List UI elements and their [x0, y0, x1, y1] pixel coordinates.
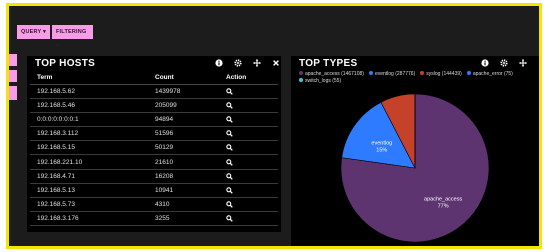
panel-toolbar [215, 59, 280, 67]
top-hosts-panel: TOP HOSTS Term Count Action 192.168.5.62… [27, 56, 281, 232]
term-cell: 192.168.221.10 [30, 154, 148, 170]
count-cell: 4310 [148, 197, 219, 213]
hosts-table: Term Count Action 192.168.5.62 1439978 192… [30, 72, 278, 227]
slice-percent-label: 77% [438, 203, 449, 209]
table-row: 192.168.221.10 21610 [30, 154, 278, 170]
magnifier-icon[interactable] [226, 87, 278, 95]
table-row: 192.168.3.176 3255 [30, 211, 278, 227]
magnifier-icon[interactable] [226, 130, 278, 137]
panel-title: TOP HOSTS [35, 58, 96, 69]
query-dropdown-button[interactable]: QUERY ▾ [17, 25, 50, 39]
action-cell [219, 140, 278, 156]
legend-item[interactable]: apache_error (75) [466, 71, 513, 78]
term-cell: 192.168.5.62 [30, 84, 148, 99]
legend-label: eventlog (287776) [374, 71, 416, 77]
legend-label: syslog (144439) [426, 71, 462, 77]
info-icon[interactable] [481, 59, 489, 67]
column-header-action: Action [219, 72, 278, 85]
action-cell [219, 112, 278, 128]
table-header-row: Term Count Action [30, 72, 278, 85]
count-cell: 3255 [148, 211, 219, 227]
table-row: 192.168.5.15 50129 [30, 140, 278, 156]
chart-legend: apache_access (1467108) eventlog (287776)… [299, 71, 531, 85]
table-row: 192.168.5.13 10941 [30, 183, 278, 199]
gear-icon[interactable] [500, 59, 508, 67]
move-icon[interactable] [253, 59, 261, 67]
legend-item[interactable]: eventlog (287776) [368, 71, 416, 78]
slice-label: eventlog [371, 140, 392, 146]
gear-icon[interactable] [234, 59, 242, 67]
magnifier-icon[interactable] [226, 201, 278, 208]
action-cell [219, 98, 278, 113]
legend-item[interactable]: apache_access (1467108) [299, 71, 364, 78]
action-cell [219, 211, 278, 227]
magnifier-icon[interactable] [226, 144, 278, 152]
term-cell: 192.168.5.46 [30, 98, 148, 113]
slice-label: apache_access [424, 196, 462, 202]
magnifier-icon[interactable] [226, 187, 278, 194]
hosts-table-body: 192.168.5.62 1439978 192.168.5.46 205099 0:0… [30, 84, 278, 227]
action-cell [219, 197, 278, 213]
side-tab-2[interactable] [9, 70, 17, 82]
info-icon[interactable] [215, 59, 223, 67]
top-bar: QUERY ▾ FILTERING ▾ [9, 6, 539, 56]
term-cell: 192.168.3.176 [30, 211, 148, 227]
legend-item[interactable]: switch_logs (55) [299, 78, 341, 85]
close-icon[interactable] [272, 59, 280, 67]
table-row: 192.168.5.46 205099 [30, 98, 278, 113]
move-icon[interactable] [519, 59, 527, 67]
legend-color-dot [299, 78, 303, 82]
count-cell: 94894 [148, 112, 219, 128]
term-cell: 192.168.5.13 [30, 183, 148, 199]
action-cell [219, 84, 278, 99]
magnifier-icon[interactable] [226, 158, 278, 166]
count-cell: 21610 [148, 154, 219, 170]
term-cell: 192.168.3.112 [30, 126, 148, 142]
filtering-dropdown-button[interactable]: FILTERING ▾ [52, 25, 93, 49]
table-row: 0:0:0:0:0:0:0:1 94894 [30, 112, 278, 128]
table-row: 192.168.5.62 1439978 [30, 84, 278, 99]
term-cell: 192.168.5.15 [30, 140, 148, 156]
legend-color-dot [299, 71, 303, 75]
dashboard-frame: QUERY ▾ FILTERING ▾ TOP HOSTS Term Count… [6, 3, 542, 249]
panel-toolbar [481, 59, 539, 67]
top-types-panel: apache_access 77% eventlog 15% TOP TYPES ap… [291, 56, 539, 246]
table-row: 192.168.5.73 4310 [30, 197, 278, 213]
magnifier-icon[interactable] [226, 172, 278, 180]
slice-percent-label: 15% [376, 147, 387, 153]
count-cell: 10941 [148, 183, 219, 199]
panel-title: TOP TYPES [299, 58, 358, 69]
term-cell: 0:0:0:0:0:0:0:1 [30, 112, 148, 128]
count-cell: 205099 [148, 98, 219, 113]
close-icon[interactable] [538, 59, 539, 67]
table-row: 192.168.4.71 16208 [30, 169, 278, 184]
count-cell: 51596 [148, 126, 219, 142]
legend-color-dot [368, 71, 373, 75]
count-cell: 16208 [148, 169, 219, 184]
magnifier-icon[interactable] [226, 102, 278, 109]
column-header-term: Term [30, 72, 148, 85]
legend-label: switch_logs (55) [305, 78, 342, 84]
action-cell [219, 169, 278, 184]
count-cell: 50129 [148, 140, 219, 156]
legend-label: apache_access (1467108) [305, 71, 364, 77]
column-header-count: Count [148, 72, 219, 85]
term-cell: 192.168.5.73 [30, 197, 148, 213]
magnifier-icon[interactable] [226, 116, 278, 123]
table-row: 192.168.3.112 51596 [30, 126, 278, 142]
magnifier-icon[interactable] [226, 215, 278, 223]
action-cell [219, 154, 278, 170]
term-cell: 192.168.4.71 [30, 169, 148, 184]
legend-item[interactable]: syslog (144439) [420, 71, 462, 78]
side-tab-3[interactable] [9, 86, 17, 100]
legend-color-dot [420, 71, 425, 75]
count-cell: 1439978 [148, 84, 219, 99]
legend-label: apache_error (75) [472, 71, 513, 77]
side-tab-1[interactable] [9, 54, 17, 66]
action-cell [219, 183, 278, 199]
legend-color-dot [466, 71, 471, 75]
action-cell [219, 126, 278, 142]
